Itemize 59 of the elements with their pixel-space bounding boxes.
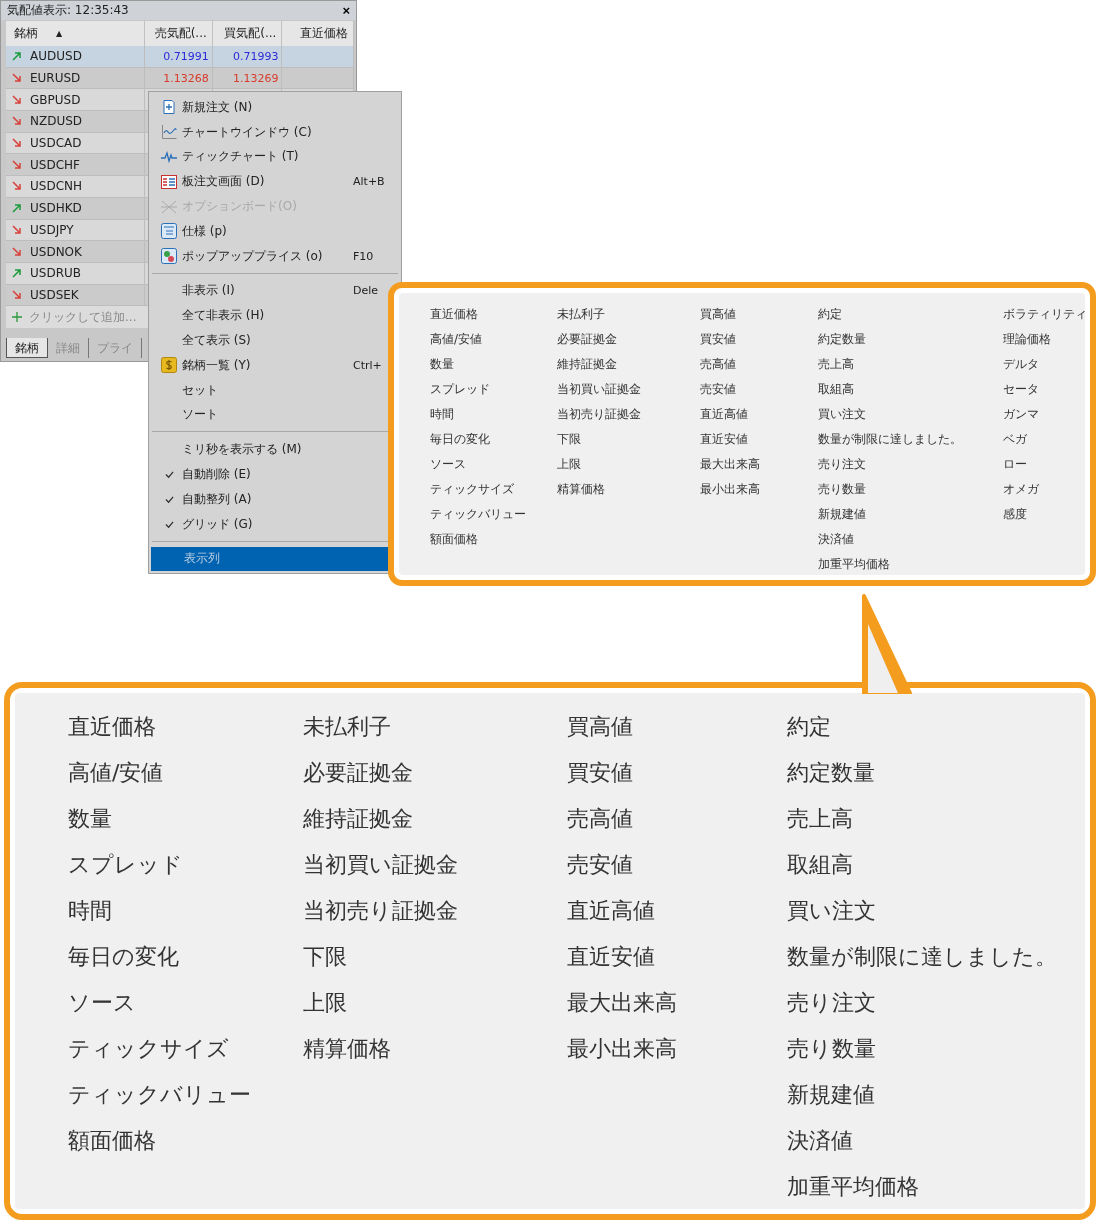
- column-option: 決済値: [787, 1118, 1057, 1164]
- column-option: 精算価格: [303, 1026, 458, 1072]
- column-option: 高値/安値: [68, 750, 251, 796]
- symbol-name: USDHKD: [30, 201, 82, 216]
- column-option: 売上高: [787, 796, 1057, 842]
- symbol-name: USDNOK: [30, 244, 82, 259]
- column-option: 数量が制限に達しました。: [787, 934, 1057, 980]
- column-option: 時間: [68, 888, 251, 934]
- ask-price: 1.13269: [232, 71, 279, 85]
- symbol-name: USDRUB: [30, 266, 81, 281]
- symbol-name: USDSEK: [30, 287, 79, 302]
- column-option: 直近高値: [567, 888, 677, 934]
- window-title: 気配値表示: 12:35:43: [7, 2, 129, 19]
- column-option: 毎日の変化: [68, 934, 251, 980]
- column-option: 約定: [787, 704, 1057, 750]
- column-option: 売高値: [567, 796, 677, 842]
- column-option: 維持証拠金: [303, 796, 458, 842]
- shortcut-label: Ctrl+: [353, 358, 383, 372]
- sort-indicator: ▲: [56, 29, 63, 38]
- column-option: 買い注文: [787, 888, 1057, 934]
- column-option: 新規建値: [787, 1072, 1057, 1118]
- column-option: スプレッド: [68, 842, 251, 888]
- column-option: 最大出来高: [567, 980, 677, 1026]
- column-option: 額面価格: [68, 1118, 251, 1164]
- symbol-name: NZDUSD: [30, 114, 83, 129]
- column-option: 下限: [303, 934, 458, 980]
- column-option: 必要証拠金: [303, 750, 458, 796]
- column-option: 未払利子: [303, 704, 458, 750]
- column-option: 買高値: [567, 704, 677, 750]
- column-option: 最小出来高: [567, 1026, 677, 1072]
- symbol-name: USDCHF: [30, 157, 80, 172]
- symbol-name: AUDUSD: [30, 49, 82, 64]
- bid-price: 0.71991: [163, 49, 209, 63]
- column-option: 数量: [68, 796, 251, 842]
- column-option: ティックサイズ: [68, 1026, 251, 1072]
- symbol-name: EURUSD: [30, 71, 81, 86]
- column-option: 直近価格: [68, 704, 251, 750]
- bid-price: 1.13268: [163, 71, 209, 85]
- ask-price: 0.71993: [232, 49, 279, 63]
- column-option: 売り数量: [787, 1026, 1057, 1072]
- column-option: 取組高: [787, 842, 1057, 888]
- column-option: ティックバリュー: [68, 1072, 251, 1118]
- column-option: 加重平均価格: [787, 1164, 1057, 1210]
- symbol-name: USDJPY: [30, 222, 74, 237]
- column-option: 買安値: [567, 750, 677, 796]
- column-option: 約定数量: [787, 750, 1057, 796]
- shortcut-label: Dele: [353, 284, 380, 298]
- column-option: 上限: [303, 980, 458, 1026]
- symbol-name: GBPUSD: [30, 92, 81, 107]
- column-option: ソース: [68, 980, 251, 1026]
- symbol-name: USDCAD: [30, 136, 82, 151]
- column-option: 当初買い証拠金: [303, 842, 458, 888]
- column-option: 当初売り証拠金: [303, 888, 458, 934]
- column-option: 売安値: [567, 842, 677, 888]
- shortcut-label: F10: [353, 249, 375, 263]
- symbol-name: USDCNH: [30, 179, 83, 194]
- column-option: 直近安値: [567, 934, 677, 980]
- column-option: 売り注文: [787, 980, 1057, 1026]
- shortcut-label: Alt+B: [353, 175, 386, 189]
